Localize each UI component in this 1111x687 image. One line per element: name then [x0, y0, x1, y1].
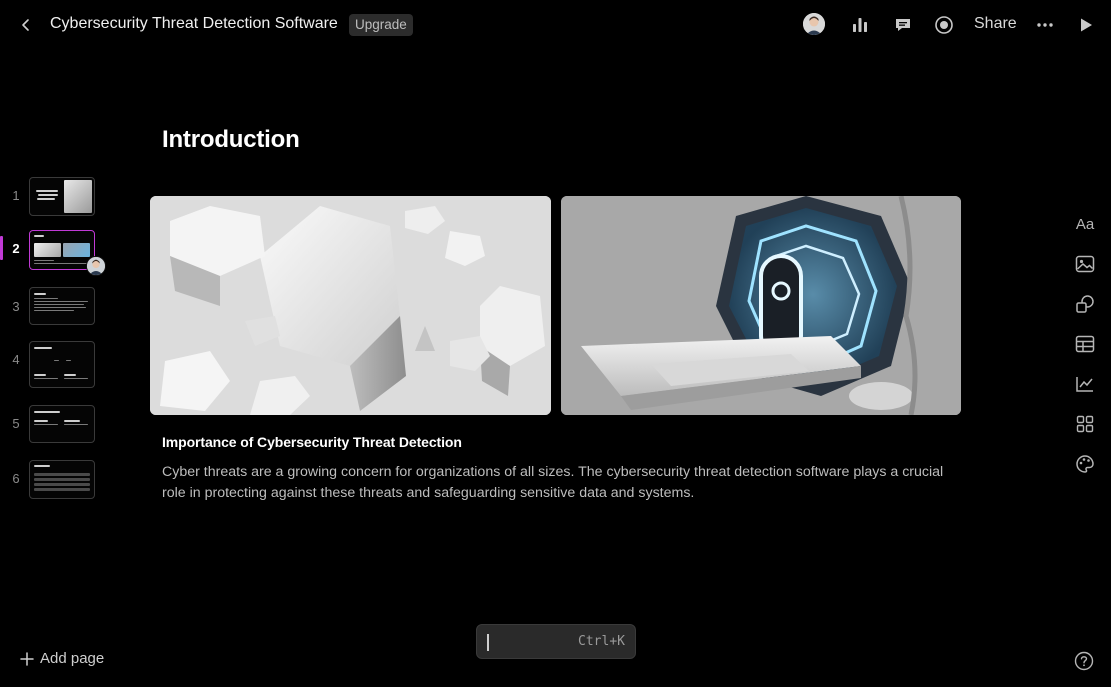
slide-row-5[interactable]: 5: [0, 404, 120, 444]
slide-thumbnail-5[interactable]: [29, 405, 95, 443]
slide-number: 1: [12, 188, 20, 203]
text-style-icon: Aa: [1075, 215, 1095, 233]
slide-row-1[interactable]: 1: [0, 176, 120, 216]
table-icon: [1075, 335, 1095, 353]
command-bar[interactable]: Ctrl+K: [476, 624, 636, 659]
top-bar: Cybersecurity Threat Detection Software …: [0, 0, 1111, 50]
chevron-left-icon: [22, 19, 29, 31]
grid-icon: [1076, 415, 1094, 433]
document-title[interactable]: Cybersecurity Threat Detection Software: [50, 15, 338, 33]
help-icon: [1074, 651, 1094, 671]
more-icon: [1037, 23, 1053, 27]
add-page-label: Add page: [40, 650, 105, 667]
shapes-icon: [1076, 295, 1094, 313]
collaborator-avatar: [86, 256, 106, 276]
upgrade-button[interactable]: Upgrade: [349, 14, 413, 36]
play-icon: [1081, 18, 1092, 32]
theme-button[interactable]: [1073, 452, 1097, 476]
back-button[interactable]: [14, 13, 38, 37]
analytics-button[interactable]: [847, 12, 873, 38]
share-button[interactable]: Share: [974, 15, 1017, 33]
insert-chart-button[interactable]: [1073, 372, 1097, 396]
slide-row-6[interactable]: 6: [0, 459, 120, 499]
section-heading[interactable]: Importance of Cybersecurity Threat Detec…: [162, 434, 462, 450]
present-button[interactable]: [1073, 12, 1099, 38]
command-shortcut: Ctrl+K: [578, 634, 625, 649]
help-button[interactable]: [1074, 651, 1094, 671]
slide-thumbnail-1[interactable]: [29, 177, 95, 216]
add-page-button[interactable]: Add page: [20, 650, 104, 667]
text-style-button[interactable]: Aa: [1073, 212, 1097, 236]
more-button[interactable]: [1032, 12, 1058, 38]
comment-icon: [896, 19, 910, 31]
comment-button[interactable]: [890, 12, 916, 38]
slide-number: 3: [12, 299, 20, 314]
slide-row-3[interactable]: 3: [0, 286, 120, 326]
slide-number: 5: [12, 416, 20, 431]
slide-thumbnail-4[interactable]: [29, 341, 95, 388]
slide-thumbnail-6[interactable]: [29, 460, 95, 499]
user-avatar[interactable]: [803, 13, 825, 35]
slide-number: 2: [12, 241, 20, 256]
section-body[interactable]: Cyber threats are a growing concern for …: [162, 462, 952, 504]
record-icon: [935, 16, 953, 34]
insert-shapes-button[interactable]: [1073, 292, 1097, 316]
insert-block-button[interactable]: [1073, 412, 1097, 436]
palette-icon: [1076, 455, 1094, 473]
hexagon-image[interactable]: [150, 196, 551, 415]
slide-title[interactable]: Introduction: [162, 126, 300, 154]
record-button[interactable]: [931, 12, 957, 38]
image-icon: [1075, 255, 1095, 273]
laptop-security-image[interactable]: [561, 196, 961, 415]
slide-row-4[interactable]: 4: [0, 340, 120, 388]
analytics-icon: [853, 18, 867, 32]
slide-number: 6: [12, 471, 20, 486]
insert-table-button[interactable]: [1073, 332, 1097, 356]
slide-thumbnail-3[interactable]: [29, 287, 95, 325]
chart-icon: [1076, 377, 1093, 392]
text-caret: [487, 634, 489, 651]
plus-icon: [20, 651, 34, 666]
insert-image-button[interactable]: [1073, 252, 1097, 276]
slide-number: 4: [12, 352, 20, 367]
